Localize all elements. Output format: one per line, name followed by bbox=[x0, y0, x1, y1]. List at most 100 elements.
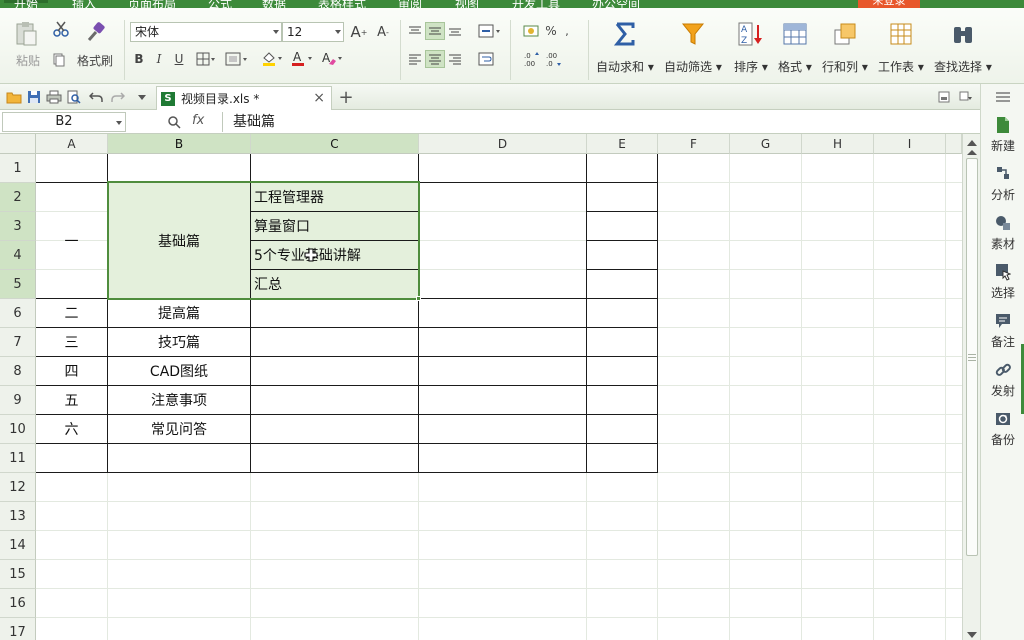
row-header-9[interactable]: 9 bbox=[0, 386, 36, 415]
row-header-7[interactable]: 7 bbox=[0, 328, 36, 357]
paste-icon[interactable] bbox=[12, 20, 40, 48]
percent-button[interactable]: % bbox=[544, 22, 558, 40]
increase-decimal-icon[interactable]: .0.00 bbox=[522, 50, 542, 68]
scroll-up-fast-icon[interactable] bbox=[967, 150, 977, 155]
font-color-icon[interactable]: A bbox=[290, 50, 316, 68]
sidebar-item-backup[interactable]: 备份 bbox=[981, 410, 1024, 448]
cell-b10[interactable]: 常见问答 bbox=[108, 415, 250, 443]
name-box[interactable]: B2 bbox=[2, 112, 126, 132]
cell-b9[interactable]: 注意事项 bbox=[108, 386, 250, 414]
row-header-8[interactable]: 8 bbox=[0, 357, 36, 386]
login-button[interactable]: 未登录 bbox=[858, 0, 920, 8]
menu-item-view[interactable]: 视图 bbox=[455, 0, 479, 8]
row-header-5[interactable]: 5 bbox=[0, 270, 36, 299]
sidebar-menu-icon[interactable] bbox=[995, 90, 1011, 107]
decrease-font-icon[interactable]: A- bbox=[374, 22, 392, 42]
menu-item-formulas[interactable]: 公式 bbox=[208, 0, 232, 8]
sidebar-item-materials[interactable]: 素材 bbox=[981, 214, 1024, 252]
fill-color-icon[interactable] bbox=[260, 50, 286, 68]
cell-b2[interactable]: 基础篇 bbox=[108, 183, 250, 299]
column-header-a[interactable]: A bbox=[36, 134, 108, 154]
row-header-3[interactable]: 3 bbox=[0, 212, 36, 241]
restore-pane-icon[interactable] bbox=[958, 89, 974, 105]
merge-center-icon[interactable] bbox=[476, 22, 504, 40]
worksheet-button[interactable]: 工作表 ▾ bbox=[878, 20, 924, 75]
cell-b6[interactable]: 提高篇 bbox=[108, 299, 250, 327]
align-middle-icon[interactable] bbox=[425, 22, 445, 40]
increase-font-icon[interactable]: A + bbox=[350, 22, 368, 42]
scroll-down-icon[interactable] bbox=[967, 632, 977, 638]
row-header-11[interactable]: 11 bbox=[0, 444, 36, 473]
cell-c2[interactable]: 工程管理器 bbox=[251, 183, 418, 211]
sidebar-item-select[interactable]: 选择 bbox=[981, 263, 1024, 301]
cell-b7[interactable]: 技巧篇 bbox=[108, 328, 250, 356]
cell-a8[interactable]: 四 bbox=[36, 357, 107, 385]
zoom-search-icon[interactable] bbox=[166, 114, 182, 130]
column-header-d[interactable]: D bbox=[419, 134, 587, 154]
row-header-14[interactable]: 14 bbox=[0, 531, 36, 560]
column-header-f[interactable]: F bbox=[658, 134, 730, 154]
menu-item-insert[interactable]: 插入 bbox=[72, 0, 96, 8]
menu-item-developer[interactable]: 开发工具 bbox=[512, 0, 560, 8]
cell-b8[interactable]: CAD图纸 bbox=[108, 357, 250, 385]
customize-dropdown-icon[interactable] bbox=[134, 89, 150, 105]
row-header-10[interactable]: 10 bbox=[0, 415, 36, 444]
autosum-button[interactable]: 自动求和 ▾ bbox=[596, 20, 654, 75]
cell-a2[interactable]: 一 bbox=[36, 183, 107, 299]
border-icon[interactable] bbox=[194, 50, 218, 68]
currency-icon[interactable] bbox=[522, 22, 542, 40]
paste-button[interactable]: 粘贴 bbox=[8, 52, 48, 68]
sidebar-item-analyze[interactable]: 分析 bbox=[981, 165, 1024, 203]
format-painter-button[interactable]: 格式刷 bbox=[70, 52, 120, 68]
row-header-16[interactable]: 16 bbox=[0, 589, 36, 618]
autofilter-button[interactable]: 自动筛选 ▾ bbox=[664, 20, 722, 75]
underline-button[interactable]: U bbox=[172, 50, 186, 68]
comma-icon[interactable]: , bbox=[560, 22, 574, 40]
scroll-up-icon[interactable] bbox=[967, 140, 977, 146]
minimize-pane-icon[interactable] bbox=[936, 89, 952, 105]
bold-button[interactable]: B bbox=[132, 50, 146, 68]
fx-icon[interactable]: fx bbox=[192, 113, 204, 128]
wrap-text-icon[interactable] bbox=[476, 50, 496, 68]
print-preview-icon[interactable] bbox=[66, 89, 82, 105]
rows-cols-button[interactable]: 行和列 ▾ bbox=[822, 20, 868, 75]
column-header-e[interactable]: E bbox=[587, 134, 658, 154]
sort-button[interactable]: AZ 排序 ▾ bbox=[734, 20, 768, 75]
row-header-13[interactable]: 13 bbox=[0, 502, 36, 531]
copy-icon[interactable] bbox=[52, 52, 66, 68]
row-header-6[interactable]: 6 bbox=[0, 299, 36, 328]
row-header-12[interactable]: 12 bbox=[0, 473, 36, 502]
menu-item-review[interactable]: 审阅 bbox=[398, 0, 422, 8]
menu-item-table-style[interactable]: 表格样式 bbox=[318, 0, 366, 8]
menu-item-page-layout[interactable]: 页面布局 bbox=[128, 0, 176, 8]
clear-format-icon[interactable]: A bbox=[320, 50, 346, 68]
document-tab[interactable]: S 视频目录.xls * × bbox=[156, 86, 332, 110]
menu-item-home[interactable]: 开始 bbox=[4, 0, 49, 8]
cell-a10[interactable]: 六 bbox=[36, 415, 107, 443]
brush-icon[interactable] bbox=[84, 20, 108, 44]
align-top-icon[interactable] bbox=[406, 22, 424, 40]
scroll-thumb[interactable] bbox=[966, 158, 978, 556]
merge-style-icon[interactable] bbox=[224, 50, 252, 68]
align-bottom-icon[interactable] bbox=[446, 22, 464, 40]
column-header-b[interactable]: B bbox=[108, 134, 251, 154]
new-tab-icon[interactable]: + bbox=[338, 87, 354, 108]
spreadsheet-grid[interactable]: A B C D E F G H I 1 2 3 4 5 6 7 8 9 10 1… bbox=[0, 134, 962, 640]
column-header-h[interactable]: H bbox=[802, 134, 874, 154]
redo-icon[interactable] bbox=[110, 89, 126, 105]
cell-a7[interactable]: 三 bbox=[36, 328, 107, 356]
font-size-select[interactable]: 12 bbox=[282, 22, 344, 42]
font-name-select[interactable]: 宋体 bbox=[130, 22, 282, 42]
select-all-corner[interactable] bbox=[0, 134, 36, 154]
row-header-17[interactable]: 17 bbox=[0, 618, 36, 640]
sidebar-item-send[interactable]: 发射 bbox=[981, 361, 1024, 399]
row-header-1[interactable]: 1 bbox=[0, 154, 36, 183]
cell-c4[interactable]: 5个专业基础讲解 bbox=[251, 241, 418, 269]
cut-icon[interactable] bbox=[52, 20, 70, 38]
find-select-button[interactable]: 查找选择 ▾ bbox=[934, 20, 992, 75]
align-right-icon[interactable] bbox=[446, 50, 464, 68]
cell-a6[interactable]: 二 bbox=[36, 299, 107, 327]
vertical-scrollbar[interactable] bbox=[962, 134, 980, 640]
sidebar-item-notes[interactable]: 备注 bbox=[981, 312, 1024, 350]
align-left-icon[interactable] bbox=[406, 50, 424, 68]
